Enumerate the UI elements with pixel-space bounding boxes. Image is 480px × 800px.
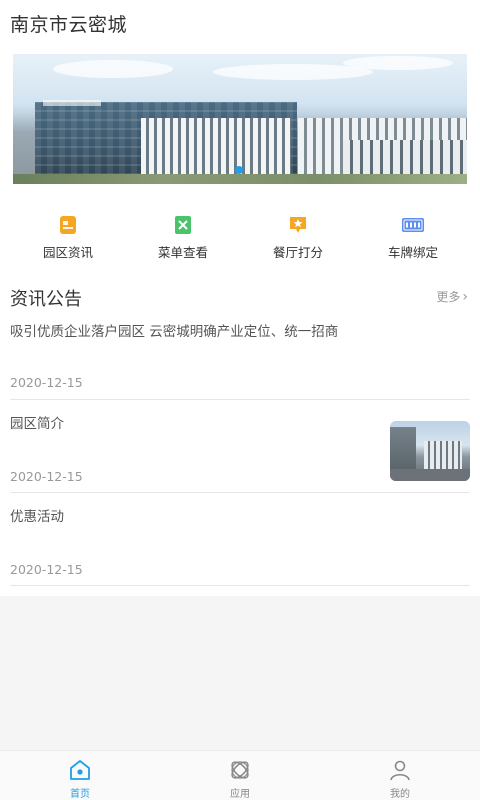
quick-menu-label: 餐厅打分 (272, 245, 323, 260)
tab-label: 我的 (390, 789, 410, 800)
news-icon (60, 216, 76, 234)
license-plate-icon (402, 218, 424, 232)
rating-star-icon (290, 217, 306, 233)
banner-carousel[interactable] (13, 54, 467, 184)
carousel-indicator-dot[interactable] (235, 166, 243, 174)
home-icon (70, 760, 90, 780)
news-date: 2020-12-15 (10, 562, 83, 577)
quick-menu-label: 菜单查看 (157, 245, 208, 260)
home-page: 南京市云密城 园区资讯 菜单查看 餐厅打分 车牌绑定 资讯公告 更多 › 吸引优… (0, 0, 480, 596)
quick-menu-plate-binding[interactable]: 车牌绑定 (353, 214, 473, 264)
tab-home[interactable]: 首页 (0, 751, 160, 800)
tab-label: 首页 (70, 789, 90, 800)
quick-menu-label: 园区资讯 (42, 245, 93, 260)
tab-profile[interactable]: 我的 (320, 751, 480, 800)
more-news-link[interactable]: 更多 › (436, 288, 468, 305)
page-title: 南京市云密城 (10, 14, 128, 36)
news-title: 园区简介 (10, 416, 64, 432)
banner-cloud (53, 60, 173, 78)
quick-menu-label: 车牌绑定 (387, 245, 438, 260)
news-item[interactable]: 吸引优质企业落户园区 云密城明确产业定位、统一招商 2020-12-15 (10, 312, 470, 400)
news-date: 2020-12-15 (10, 469, 83, 484)
news-thumbnail-image (390, 421, 470, 481)
tab-label: 应用 (230, 789, 250, 800)
menu-book-icon (175, 216, 191, 234)
news-title: 优惠活动 (10, 509, 64, 525)
news-title: 吸引优质企业落户园区 云密城明确产业定位、统一招商 (10, 324, 339, 340)
user-icon (390, 760, 410, 781)
quick-menu-restaurant-rating[interactable]: 餐厅打分 (238, 214, 358, 264)
banner-cloud (343, 56, 453, 70)
tab-apps[interactable]: 应用 (160, 751, 320, 800)
news-section-title: 资讯公告 (10, 289, 82, 310)
more-link-label: 更多 (436, 290, 461, 304)
quick-menu-menu-view[interactable]: 菜单查看 (123, 214, 243, 264)
news-item[interactable]: 园区简介 2020-12-15 (10, 400, 470, 493)
quick-menu: 园区资讯 菜单查看 餐厅打分 车牌绑定 (0, 214, 480, 264)
banner-building-sign (43, 100, 101, 106)
quick-menu-park-news[interactable]: 园区资讯 (8, 214, 128, 264)
news-date: 2020-12-15 (10, 375, 83, 390)
chevron-right-icon: › (462, 289, 468, 305)
news-item[interactable]: 优惠活动 2020-12-15 (10, 493, 470, 586)
bottom-tab-bar: 首页 应用 我的 (0, 750, 480, 800)
banner-greenery (13, 174, 467, 184)
apps-orbit-icon (231, 761, 249, 779)
